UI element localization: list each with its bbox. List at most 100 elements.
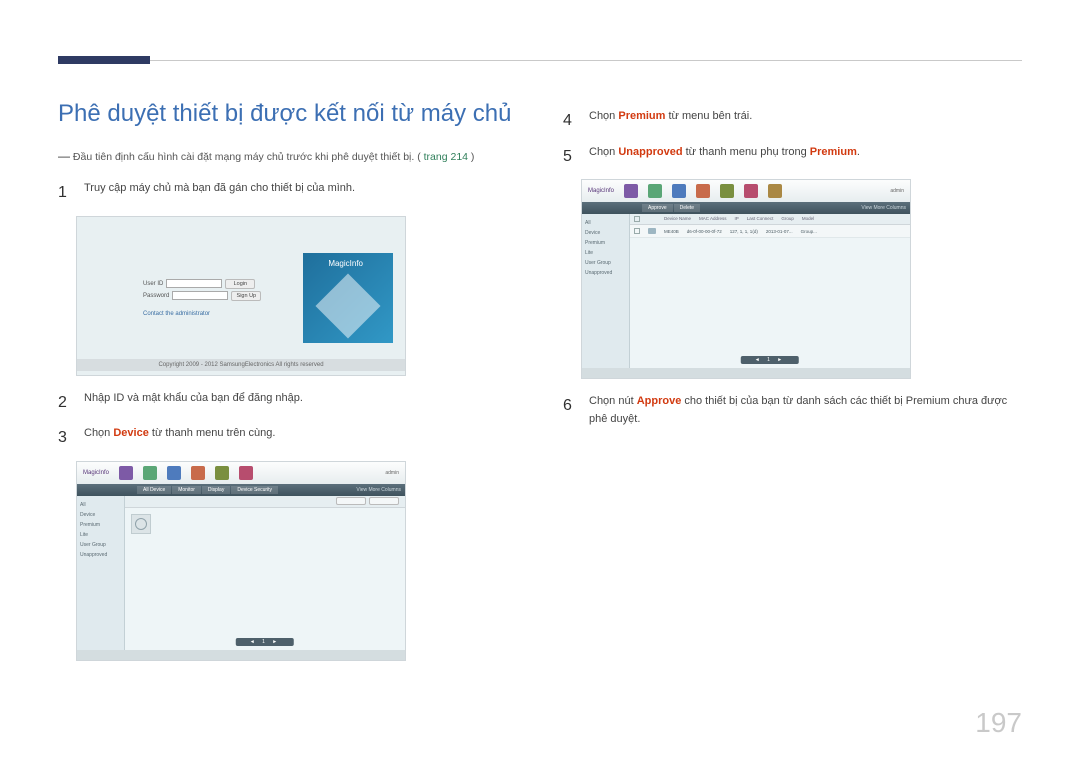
note-text: Đầu tiên định cấu hình cài đặt mạng máy … [73,151,421,163]
hl-unapproved: Unapproved [618,146,682,158]
text: Chọn [589,110,618,122]
col-header: IP [735,216,739,222]
top-nav-icon[interactable] [624,184,638,198]
sidebar-item[interactable]: Premium [80,520,121,530]
text: Chọn [84,427,113,439]
login-copyright: Copyright 2009 - 2012 SamsungElectronics… [77,359,405,371]
sidebar-item-unapproved[interactable]: Unapproved [585,268,626,278]
top-nav-icon[interactable] [768,184,782,198]
sub-tab[interactable]: Display [202,486,230,494]
sidebar-item[interactable]: Unapproved [80,550,121,560]
step-6: 6 Chọn nút Approve cho thiết bị của bạn … [563,393,1022,428]
toolbar [125,496,405,508]
sidebar-item[interactable]: User Group [80,540,121,550]
user-label[interactable]: admin [385,470,399,476]
step-text: Truy cập máy chủ mà bạn đã gán cho thiết… [84,180,355,206]
sub-tab[interactable]: Monitor [172,486,201,494]
sidebar-item[interactable]: All [585,218,626,228]
app-topbar: MagicInfo admin [77,462,405,484]
step-5: 5 Chọn Unapproved từ thanh menu phụ tron… [563,144,1022,170]
page-link[interactable]: trang 214 [424,151,468,163]
col-header: Model [802,216,814,222]
app-topbar: MagicInfo admin [582,180,910,202]
sidebar-item[interactable]: Device [80,510,121,520]
step-text: Chọn Premium từ menu bên trái. [589,108,752,134]
header-accent [58,56,150,64]
app-main: Device Name MAC Address IP Last Connect … [630,214,910,368]
top-nav-icon[interactable] [696,184,710,198]
col-header: Group [781,216,794,222]
sidebar-item-premium[interactable]: Premium [585,238,626,248]
toolbar-button[interactable] [369,497,399,505]
app-subbar: Approve Delete View More Columns [582,202,910,214]
sub-tab-delete[interactable]: Delete [674,204,700,212]
app-main: ◄ 1 ► [125,496,405,650]
login-brand: MagicInfo [328,259,363,268]
header-rule [150,60,1022,61]
top-nav-device-icon[interactable] [167,466,181,480]
userid-input[interactable] [166,279,222,288]
device-list-row[interactable]: ME40B d6-0f-00-00-0f-72 127, 1, 1, 1(d) … [630,225,910,238]
app-footer [582,368,910,378]
config-note: ― Đầu tiên định cấu hình cài đặt mạng má… [58,147,517,166]
sub-tab[interactable]: Device Security [231,486,278,494]
content-columns: Phê duyệt thiết bị được kết nối từ máy c… [58,98,1022,675]
empty-thumbnail-icon [131,514,151,534]
password-label: Password [143,293,169,299]
sub-tab-approve[interactable]: Approve [642,204,673,212]
hl-device: Device [113,427,148,439]
top-nav-icon[interactable] [191,466,205,480]
hl-approve: Approve [637,395,682,407]
sidebar-item[interactable]: All [80,500,121,510]
view-more[interactable]: View More Columns [356,487,401,493]
app-footer [77,650,405,660]
note-dash: ― [58,149,70,163]
sidebar-item[interactable]: User Group [585,258,626,268]
password-input[interactable] [172,291,228,300]
step-1: 1 Truy cập máy chủ mà bạn đã gán cho thi… [58,180,517,206]
pager[interactable]: ◄ 1 ► [236,638,294,646]
top-nav-icon[interactable] [143,466,157,480]
sidebar-item[interactable]: Device [585,228,626,238]
screenshot-unapproved-list: MagicInfo admin Approve Delete View More… [581,179,911,379]
contact-admin-link[interactable]: Contact the administrator [143,311,293,317]
step-text: Chọn Unapproved từ thanh menu phụ trong … [589,144,860,170]
top-nav-icon[interactable] [239,466,253,480]
page-title: Phê duyệt thiết bị được kết nối từ máy c… [58,98,517,129]
signup-button[interactable]: Sign Up [231,291,261,301]
userid-label: User ID [143,281,163,287]
text: từ thanh menu phụ trong [683,146,810,158]
col-header: Last Connect [747,216,774,222]
app-sidebar: All Device Premium Lite User Group Unapp… [582,214,630,368]
login-button[interactable]: Login [225,279,255,289]
cell: 2013-01-07... [766,229,793,234]
top-nav-icon[interactable] [648,184,662,198]
app-logo: MagicInfo [588,188,614,194]
step-text: Nhập ID và mật khẩu của bạn để đăng nhập… [84,390,303,416]
row-checkbox[interactable] [634,228,640,234]
top-nav-device-icon[interactable] [672,184,686,198]
view-more[interactable]: View More Columns [861,205,906,211]
step-3: 3 Chọn Device từ thanh menu trên cùng. [58,425,517,451]
app-logo: MagicInfo [83,470,109,476]
cell: Group... [801,229,817,234]
sidebar-item[interactable]: Lite [585,248,626,258]
text: từ menu bên trái. [665,110,752,122]
sub-tab[interactable]: All Device [137,486,171,494]
top-nav-icon[interactable] [215,466,229,480]
right-column: 4 Chọn Premium từ menu bên trái. 5 Chọn … [563,98,1022,675]
top-nav-icon[interactable] [744,184,758,198]
top-nav-icon[interactable] [119,466,133,480]
sidebar-item[interactable]: Lite [80,530,121,540]
user-label[interactable]: admin [890,188,904,194]
text: Chọn [589,146,618,158]
step-text: Chọn nút Approve cho thiết bị của bạn từ… [589,393,1022,428]
pager[interactable]: ◄ 1 ► [741,356,799,364]
step-number: 1 [58,180,74,206]
step-text: Chọn Device từ thanh menu trên cùng. [84,425,275,451]
select-all-checkbox[interactable] [634,216,640,222]
toolbar-button[interactable] [336,497,366,505]
top-nav-icon[interactable] [720,184,734,198]
step-number: 6 [563,393,579,428]
hl-premium: Premium [618,110,665,122]
